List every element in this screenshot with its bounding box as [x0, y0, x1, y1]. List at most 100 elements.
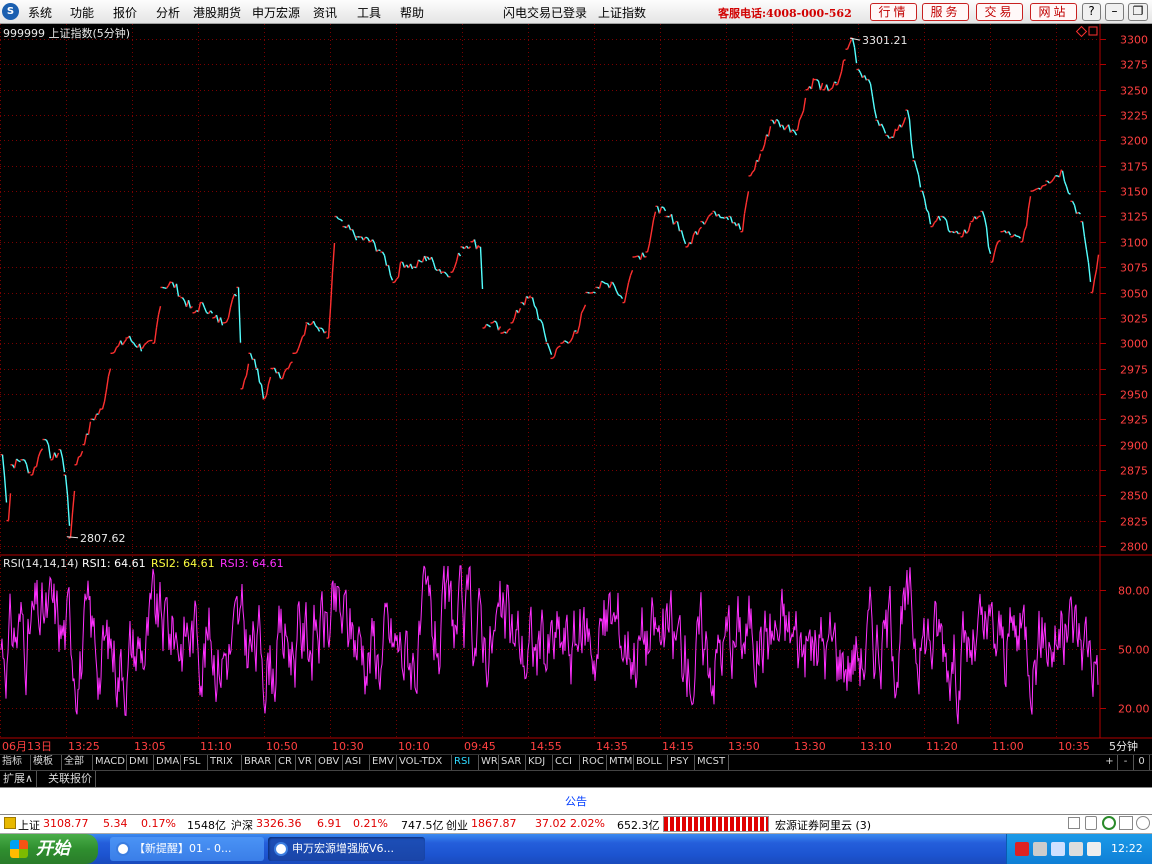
- menu-function[interactable]: 功能: [70, 4, 94, 21]
- time-axis-label: 10:50: [266, 740, 298, 753]
- price-line-segment: [307, 322, 310, 326]
- menu-quote[interactable]: 报价: [113, 4, 137, 21]
- price-axis-tick: 3300: [1120, 34, 1148, 47]
- indicator-tab-macd[interactable]: MACD: [93, 755, 127, 770]
- price-line-segment: [366, 237, 371, 242]
- price-line-segment: [1065, 186, 1070, 194]
- taskbar-item-reminder[interactable]: 【新提醒】01 - 0...: [110, 837, 264, 861]
- help-window-button[interactable]: ?: [1082, 3, 1101, 21]
- price-line-segment: [181, 297, 186, 302]
- price-line-segment: [641, 252, 646, 258]
- tray-network-icon[interactable]: [1033, 842, 1047, 856]
- price-axis-tick: 3100: [1120, 237, 1148, 250]
- indicator-tab-vr[interactable]: VR: [296, 755, 316, 770]
- indicator-tab-wr[interactable]: WR: [479, 755, 499, 770]
- restore-button[interactable]: ❐: [1128, 3, 1148, 21]
- service-button[interactable]: 服务: [922, 3, 969, 21]
- indicator-tab-brar[interactable]: BRAR: [242, 755, 276, 770]
- price-line-segment: [798, 115, 803, 121]
- price-line-segment: [241, 379, 246, 389]
- price-line-segment: [859, 72, 864, 78]
- tray-lock-icon[interactable]: [1069, 842, 1083, 856]
- indicator-tab-boll[interactable]: BOLL: [634, 755, 668, 770]
- price-line-segment: [745, 191, 750, 203]
- indicator-tab-kdj[interactable]: KDJ: [526, 755, 553, 770]
- price-line-segment: [571, 330, 576, 338]
- indicator-tool-button[interactable]: 0: [1134, 755, 1150, 770]
- period-label[interactable]: 5分钟: [1109, 739, 1138, 753]
- indicator-tab-psy[interactable]: PSY: [668, 755, 695, 770]
- price-line-segment: [725, 216, 730, 221]
- settings-icon[interactable]: [1136, 816, 1150, 830]
- index-title: 上证指数: [598, 6, 647, 20]
- menu-info[interactable]: 资讯: [313, 4, 337, 21]
- signal-icon[interactable]: [1102, 816, 1116, 830]
- start-button[interactable]: 开始: [0, 834, 98, 864]
- indicator-tab-dma[interactable]: DMA: [154, 755, 181, 770]
- indicator-tab-cci[interactable]: CCI: [553, 755, 580, 770]
- price-line-segment: [998, 240, 1001, 242]
- price-line-segment: [705, 216, 710, 221]
- chart-corner-icons[interactable]: [1075, 25, 1098, 38]
- price-line-segment: [1063, 181, 1068, 187]
- menu-help[interactable]: 帮助: [400, 4, 424, 21]
- indicator-tab-mcst[interactable]: MCST: [695, 755, 729, 770]
- market-button[interactable]: 行情: [870, 3, 917, 21]
- price-line-segment: [608, 282, 613, 289]
- indicator-tab-sar[interactable]: SAR: [499, 755, 526, 770]
- menu-hk-futures[interactable]: 港股期货: [193, 4, 241, 21]
- price-axis-tick: 3275: [1120, 59, 1148, 72]
- menu-system[interactable]: 系统: [28, 4, 52, 21]
- price-axis-tick: 2925: [1120, 414, 1148, 427]
- indicator-tab-asi[interactable]: ASI: [343, 755, 370, 770]
- indicator-tab-rsi[interactable]: RSI: [452, 755, 479, 770]
- status-note-icon[interactable]: [1085, 816, 1097, 830]
- status-square-icon[interactable]: [1068, 817, 1080, 829]
- indicator-tool-button[interactable]: +: [1102, 755, 1118, 770]
- price-line-segment: [1052, 175, 1057, 180]
- notice-bar[interactable]: 公告: [0, 787, 1152, 815]
- tray-monitor-icon[interactable]: [1051, 842, 1065, 856]
- broker-name[interactable]: 宏源证券阿里云 (3): [775, 817, 871, 833]
- indicator-tab-cr[interactable]: CR: [276, 755, 296, 770]
- indicator-tab-roc[interactable]: ROC: [580, 755, 607, 770]
- indicator-tab-mtm[interactable]: MTM: [607, 755, 634, 770]
- price-line-segment: [455, 252, 460, 262]
- price-line-segment: [1085, 249, 1090, 263]
- price-line-segment: [948, 229, 951, 233]
- indicator-tab-指标[interactable]: 指标: [0, 755, 31, 770]
- clock[interactable]: 12:22: [1111, 842, 1143, 855]
- minimize-button[interactable]: –: [1105, 3, 1124, 21]
- indicator-tab-trix[interactable]: TRIX: [208, 755, 242, 770]
- taskbar-item-swhy[interactable]: 申万宏源增强版V6...: [268, 837, 425, 861]
- indicator-tool-button[interactable]: -: [1118, 755, 1134, 770]
- related-quote-tab[interactable]: 关联报价: [45, 771, 96, 787]
- indicator-tab-fsl[interactable]: FSL: [181, 755, 208, 770]
- tray-ime-icon[interactable]: [1015, 842, 1029, 856]
- price-line-segment: [591, 291, 594, 294]
- website-button[interactable]: 网站: [1030, 3, 1077, 21]
- trade-button[interactable]: 交易: [976, 3, 1023, 21]
- menu-analysis[interactable]: 分析: [156, 4, 180, 21]
- indicator-tab-模板[interactable]: 模板: [31, 755, 62, 770]
- indicator-tab-全部[interactable]: 全部: [62, 755, 93, 770]
- menu-tools[interactable]: 工具: [357, 4, 381, 21]
- price-line-segment: [1, 454, 6, 477]
- expand-tab[interactable]: 扩展∧: [0, 771, 38, 787]
- indicator-tab-dmi[interactable]: DMI: [127, 755, 154, 770]
- price-line-segment: [910, 143, 915, 159]
- menu-swhy[interactable]: 申万宏源: [252, 4, 300, 21]
- indicator-tab-obv[interactable]: OBV: [316, 755, 343, 770]
- chart-area[interactable]: 999999 上证指数(5分钟) 3301.21 2807.62 2800 2825…: [0, 24, 1152, 754]
- tray-volume-icon[interactable]: [1087, 842, 1101, 856]
- price-line-segment: [105, 375, 110, 390]
- menu-bar: S 系统 功能 报价 分析 港股期货 申万宏源 资讯 工具 帮助 闪电交易已登录…: [0, 0, 1152, 24]
- price-line-segment: [539, 319, 544, 324]
- indicator-tab-emv[interactable]: EMV: [370, 755, 397, 770]
- grid-icon[interactable]: [1119, 816, 1133, 830]
- kline-chart[interactable]: 999999 上证指数(5分钟) 3301.21 2807.62 2800 2825…: [0, 24, 1152, 754]
- price-line-segment: [876, 119, 881, 127]
- price-line-segment: [838, 71, 843, 79]
- indicator-tab-vol-tdx[interactable]: VOL-TDX: [397, 755, 452, 770]
- price-axis-tick: 2850: [1120, 490, 1148, 503]
